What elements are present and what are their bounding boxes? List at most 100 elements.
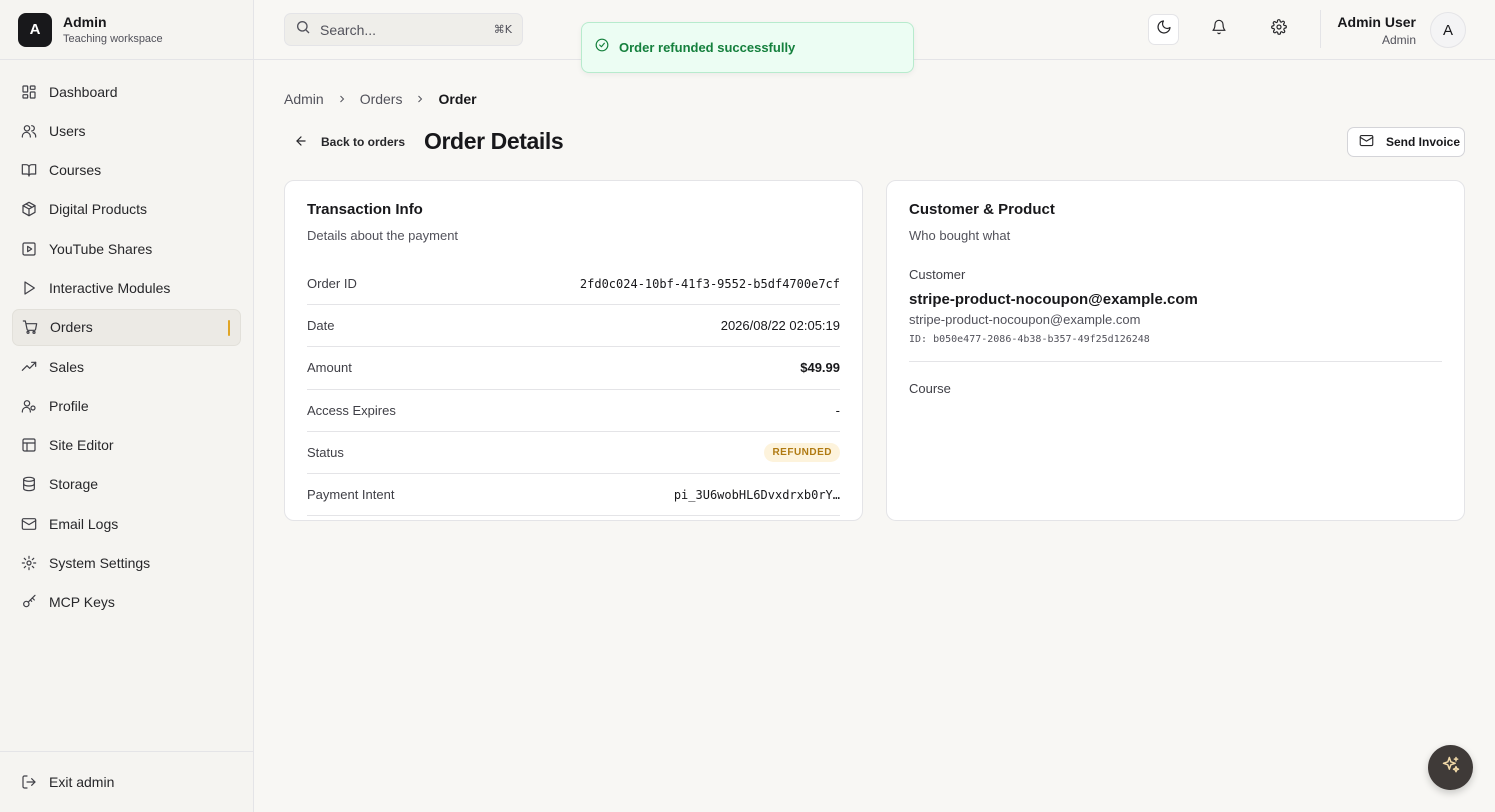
course-label: Course <box>909 381 951 396</box>
breadcrumb-admin[interactable]: Admin <box>284 91 324 107</box>
chevron-right-icon <box>414 93 426 105</box>
brand-subtitle: Teaching workspace <box>63 33 163 45</box>
transaction-rows: Order ID 2fd0c024-10bf-41f3-9552-b5df470… <box>307 263 840 517</box>
sidebar: A Admin Teaching workspace Dashboard Use… <box>0 0 254 812</box>
customer-name: stripe-product-nocoupon@example.com <box>909 291 1198 308</box>
sidebar-item-storage[interactable]: Storage <box>12 466 241 503</box>
back-to-orders-button[interactable]: Back to orders <box>284 128 415 156</box>
sidebar-item-label: Profile <box>49 397 89 414</box>
profile-icon <box>21 398 37 414</box>
check-circle-icon <box>595 38 609 57</box>
sidebar-item-label: Dashboard <box>49 83 118 100</box>
sidebar-item-label: Courses <box>49 162 102 179</box>
trending-up-icon <box>21 359 37 375</box>
amount-row: Amount $49.99 <box>307 347 840 390</box>
status-row: Status REFUNDED <box>307 432 840 474</box>
active-marker <box>228 319 230 336</box>
breadcrumb-orders[interactable]: Orders <box>360 91 403 107</box>
transaction-info-card: Transaction Info Details about the payme… <box>284 180 863 521</box>
breadcrumb-current: Order <box>438 91 477 107</box>
settings-button[interactable] <box>1263 14 1294 45</box>
page-title: Order Details <box>424 128 564 154</box>
sparkles-icon <box>1441 755 1461 780</box>
sidebar-item-digital-products[interactable]: Digital Products <box>12 191 241 228</box>
card-title: Customer & Product <box>909 201 1055 218</box>
brand-logo: A <box>18 12 52 47</box>
brand[interactable]: A Admin Teaching workspace <box>0 0 253 60</box>
row-label: Payment Intent <box>307 487 395 503</box>
sidebar-item-label: Users <box>49 122 86 139</box>
logout-icon <box>21 774 37 790</box>
sidebar-nav: Dashboard Users Courses Digital Products… <box>0 60 253 621</box>
exit-admin-label: Exit admin <box>49 773 115 790</box>
sidebar-item-courses[interactable]: Courses <box>12 152 241 189</box>
theme-toggle-button[interactable] <box>1148 14 1179 45</box>
sidebar-item-label: YouTube Shares <box>49 240 153 257</box>
sidebar-item-label: Interactive Modules <box>49 279 171 296</box>
sidebar-item-dashboard[interactable]: Dashboard <box>12 73 241 110</box>
sidebar-item-profile[interactable]: Profile <box>12 387 241 424</box>
back-label: Back to orders <box>321 135 406 149</box>
access-expires-row: Access Expires - <box>307 390 840 432</box>
send-invoice-button[interactable]: Send Invoice <box>1347 127 1465 157</box>
gear-icon <box>21 555 37 571</box>
breadcrumb: Admin Orders Order <box>284 91 477 107</box>
sidebar-item-sales[interactable]: Sales <box>12 348 241 385</box>
status-badge: REFUNDED <box>764 442 840 462</box>
avatar[interactable]: A <box>1430 12 1466 48</box>
sidebar-item-label: Digital Products <box>49 201 148 218</box>
row-label: Order ID <box>307 276 357 292</box>
mail-icon <box>21 516 37 532</box>
search-shortcut: ⌘K <box>493 23 512 36</box>
order-id-row: Order ID 2fd0c024-10bf-41f3-9552-b5df470… <box>307 263 840 306</box>
sidebar-item-interactive-modules[interactable]: Interactive Modules <box>12 269 241 306</box>
brand-name: Admin <box>63 14 107 30</box>
package-icon <box>21 201 37 217</box>
sidebar-item-email-logs[interactable]: Email Logs <box>12 505 241 542</box>
ai-assistant-button[interactable] <box>1428 745 1473 790</box>
mail-icon <box>1359 133 1386 151</box>
row-label: Access Expires <box>307 402 396 418</box>
card-description: Who bought what <box>909 228 1011 243</box>
sidebar-item-label: Sales <box>49 358 85 375</box>
sidebar-item-mcp-keys[interactable]: MCP Keys <box>12 584 241 621</box>
card-description: Details about the payment <box>307 228 459 243</box>
sidebar-item-label: MCP Keys <box>49 594 115 611</box>
notifications-button[interactable] <box>1203 14 1234 45</box>
user-name: Admin User <box>1337 14 1416 30</box>
payment-intent-value[interactable]: pi_3U6wobHL6Dvxdrxb0rY… <box>674 488 840 502</box>
search-input[interactable]: Search... ⌘K <box>284 13 523 46</box>
amount-value: $49.99 <box>800 360 840 376</box>
sidebar-item-users[interactable]: Users <box>12 112 241 149</box>
layout-icon <box>21 437 37 453</box>
sidebar-item-site-editor[interactable]: Site Editor <box>12 427 241 464</box>
sidebar-item-youtube-shares[interactable]: YouTube Shares <box>12 230 241 267</box>
sidebar-item-label: Email Logs <box>49 515 119 532</box>
moon-icon <box>1156 19 1172 40</box>
database-icon <box>21 476 37 492</box>
date-row: Date 2026/08/22 02:05:19 <box>307 305 840 348</box>
toast-message: Order refunded successfully <box>619 40 796 55</box>
sidebar-item-system-settings[interactable]: System Settings <box>12 545 241 582</box>
divider <box>909 361 1442 362</box>
customer-product-card: Customer & Product Who bought what Custo… <box>886 180 1465 521</box>
user-menu[interactable]: Admin User Admin <box>1337 14 1416 47</box>
search-icon <box>295 19 311 40</box>
sidebar-footer: Exit admin <box>0 751 253 812</box>
sidebar-item-label: Orders <box>50 319 93 336</box>
sidebar-item-label: Site Editor <box>49 437 114 454</box>
search-placeholder: Search... <box>320 21 377 38</box>
send-invoice-label: Send Invoice <box>1386 135 1461 149</box>
key-icon <box>21 594 37 610</box>
customer-label: Customer <box>909 267 966 282</box>
dashboard-icon <box>21 84 37 100</box>
play-square-icon <box>21 241 37 257</box>
access-expires-value: - <box>835 402 840 418</box>
header-divider <box>1320 10 1321 48</box>
gear-icon <box>1270 19 1287 40</box>
sidebar-item-orders[interactable]: Orders <box>12 308 241 346</box>
sidebar-item-label: Storage <box>49 476 99 493</box>
exit-admin-button[interactable]: Exit admin <box>12 763 241 800</box>
customer-email: stripe-product-nocoupon@example.com <box>909 312 1141 327</box>
bell-icon <box>1211 19 1227 40</box>
